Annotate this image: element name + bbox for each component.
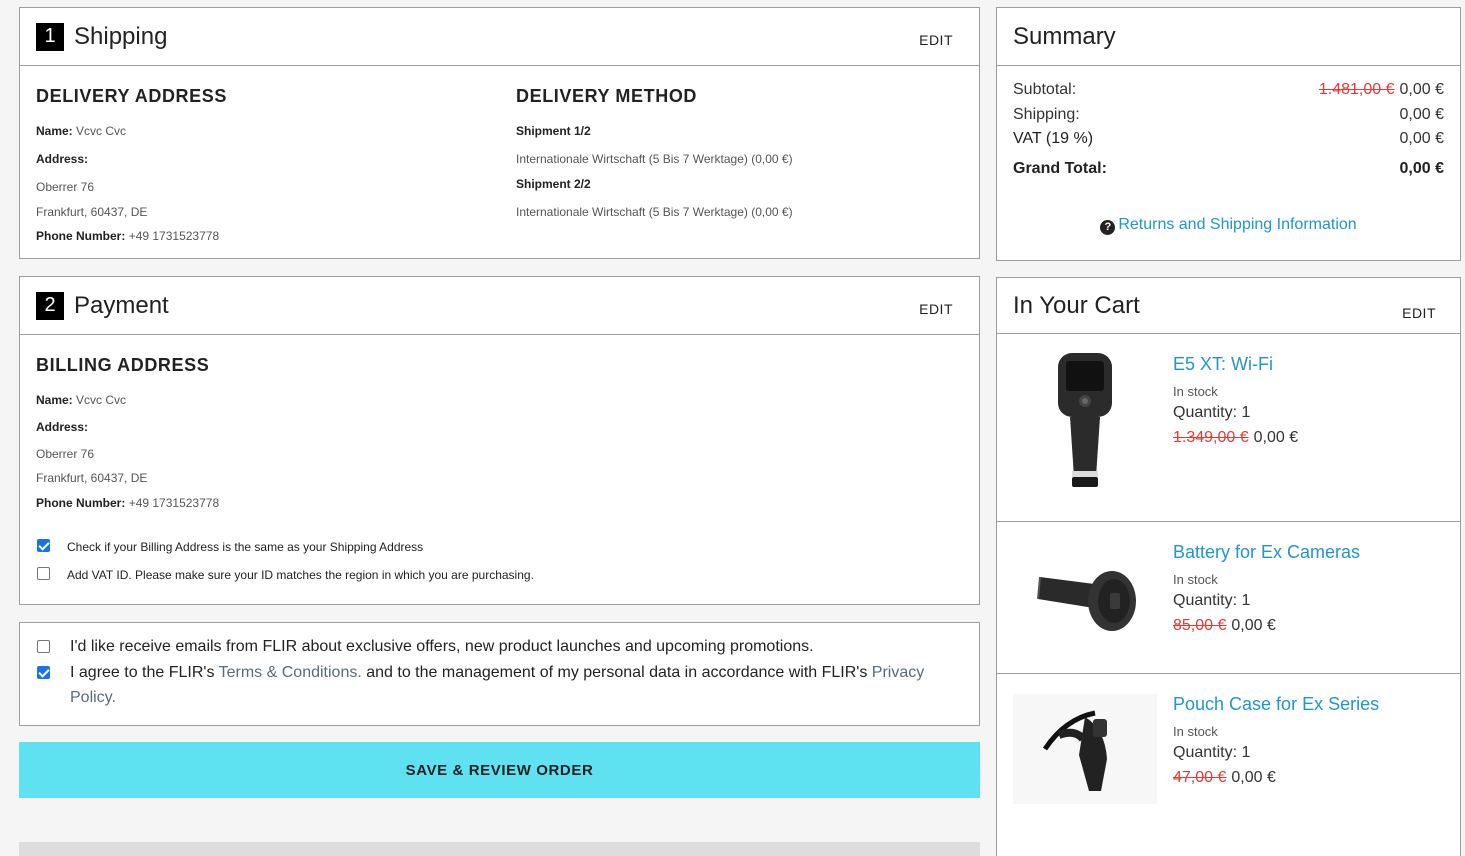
cart-item: E5 XT: Wi-Fi In stock Quantity: 1 1.349,… [997, 334, 1460, 522]
summary-panel: Summary Subtotal: 1.481,00 €0,00 € Shipp… [996, 7, 1461, 261]
save-review-order-button[interactable]: SAVE & REVIEW ORDER [19, 742, 980, 798]
billing-address-heading: BILLING ADDRESS [36, 355, 210, 375]
cart-item-price: 1.349,00 €0,00 € [1173, 429, 1299, 446]
cart-item-name[interactable]: E5 XT: Wi-Fi [1173, 354, 1273, 375]
cart-item-name[interactable]: Pouch Case for Ex Series [1173, 694, 1379, 715]
vat-label: VAT (19 %) [1013, 130, 1094, 147]
shipping-header: 1 Shipping EDIT [20, 8, 979, 66]
shipment-method: Internationale Wirtschaft (5 Bis 7 Werkt… [516, 152, 793, 166]
delivery-address-heading: DELIVERY ADDRESS [36, 86, 227, 106]
returns-shipping-link[interactable]: ? Returns and Shipping Information [997, 216, 1460, 235]
shipping-row: Shipping: 0,00 € [1013, 106, 1444, 124]
marketing-emails-checkbox[interactable] [37, 640, 50, 653]
cart-item: Pouch Case for Ex Series In stock Quanti… [997, 674, 1460, 856]
subtotal-value: 0,00 € [1399, 81, 1444, 98]
step-number: 2 [36, 291, 64, 320]
summary-header: Summary [997, 8, 1460, 66]
pouch-case-icon [1013, 694, 1157, 804]
subtotal-row: Subtotal: 1.481,00 €0,00 € [1013, 81, 1444, 99]
terms-link[interactable]: Terms & Conditions. [219, 664, 362, 681]
cart-title: In Your Cart [1013, 291, 1140, 319]
cart-item-price: 85,00 €0,00 € [1173, 617, 1276, 634]
shipment-label: Shipment 2/2 [516, 177, 591, 191]
billing-address-label: Address: [36, 420, 89, 434]
delivery-method-heading: DELIVERY METHOD [516, 86, 698, 106]
cart-item-price: 47,00 €0,00 € [1173, 769, 1276, 786]
shipping-cost-label: Shipping: [1013, 106, 1080, 123]
shipping-cost-value: 0,00 € [1399, 106, 1444, 123]
cart-item-stock: In stock [1173, 724, 1218, 739]
same-as-shipping-label: Check if your Billing Address is the sam… [67, 540, 424, 554]
summary-title: Summary [1013, 22, 1116, 50]
subtotal-label: Subtotal: [1013, 81, 1077, 98]
cart-item-quantity: Quantity: 1 [1173, 592, 1251, 609]
vat-id-label: Add VAT ID. Please make sure your ID mat… [67, 568, 534, 582]
shipment-label: Shipment 1/2 [516, 124, 591, 138]
consent-panel: I'd like receive emails from FLIR about … [19, 622, 980, 726]
cart-edit-link[interactable]: EDIT [1402, 305, 1436, 321]
grand-total-value: 0,00 € [1399, 160, 1444, 177]
grand-total-label: Grand Total: [1013, 160, 1107, 177]
question-circle-icon: ? [1100, 220, 1116, 235]
subtotal-original: 1.481,00 € [1318, 81, 1395, 98]
billing-name: Name: Vcvc Cvc [36, 393, 127, 407]
shipping-panel: 1 Shipping EDIT DELIVERY ADDRESS Name: V… [19, 7, 980, 259]
billing-street: Oberrer 76 [36, 447, 95, 461]
shipping-edit-link[interactable]: EDIT [919, 32, 953, 48]
cart-item-stock: In stock [1173, 572, 1218, 587]
delivery-name: Name: Vcvc Cvc [36, 124, 127, 138]
billing-phone: Phone Number: +49 1731523778 [36, 496, 220, 510]
payment-header: 2 Payment EDIT [20, 277, 979, 335]
cart-item-quantity: Quantity: 1 [1173, 744, 1251, 761]
shipment-method: Internationale Wirtschaft (5 Bis 7 Werkt… [516, 205, 793, 219]
same-as-shipping-checkbox[interactable] [37, 539, 50, 552]
vat-row: VAT (19 %) 0,00 € [1013, 130, 1444, 148]
delivery-street: Oberrer 76 [36, 180, 95, 194]
vat-value: 0,00 € [1399, 130, 1444, 147]
grand-total-row: Grand Total: 0,00 € [1013, 160, 1444, 178]
step-number: 1 [36, 22, 64, 51]
delivery-phone: Phone Number: +49 1731523778 [36, 229, 220, 243]
cart-item-quantity: Quantity: 1 [1173, 404, 1251, 421]
terms-checkbox[interactable] [37, 666, 50, 679]
billing-city: Frankfurt, 60437, DE [36, 471, 148, 485]
shipping-title: Shipping [74, 22, 168, 50]
battery-icon [1013, 532, 1157, 662]
cart-panel: In Your Cart EDIT E5 XT: Wi-Fi In stock … [996, 277, 1461, 856]
vat-id-checkbox[interactable] [37, 567, 50, 580]
delivery-city: Frankfurt, 60437, DE [36, 205, 148, 219]
payment-panel: 2 Payment EDIT BILLING ADDRESS Name: Vcv… [19, 276, 980, 605]
cart-item-name[interactable]: Battery for Ex Cameras [1173, 542, 1360, 563]
cart-header: In Your Cart EDIT [997, 278, 1460, 334]
thermal-camera-icon [1013, 353, 1157, 487]
bottom-bar [19, 842, 980, 856]
payment-edit-link[interactable]: EDIT [919, 301, 953, 317]
payment-title: Payment [74, 291, 169, 319]
delivery-address-label: Address: [36, 152, 89, 166]
terms-label: I agree to the FLIR's Terms & Conditions… [70, 664, 925, 706]
marketing-emails-label: I'd like receive emails from FLIR about … [70, 638, 814, 655]
cart-item-stock: In stock [1173, 384, 1218, 399]
cart-item: Battery for Ex Cameras In stock Quantity… [997, 522, 1460, 674]
